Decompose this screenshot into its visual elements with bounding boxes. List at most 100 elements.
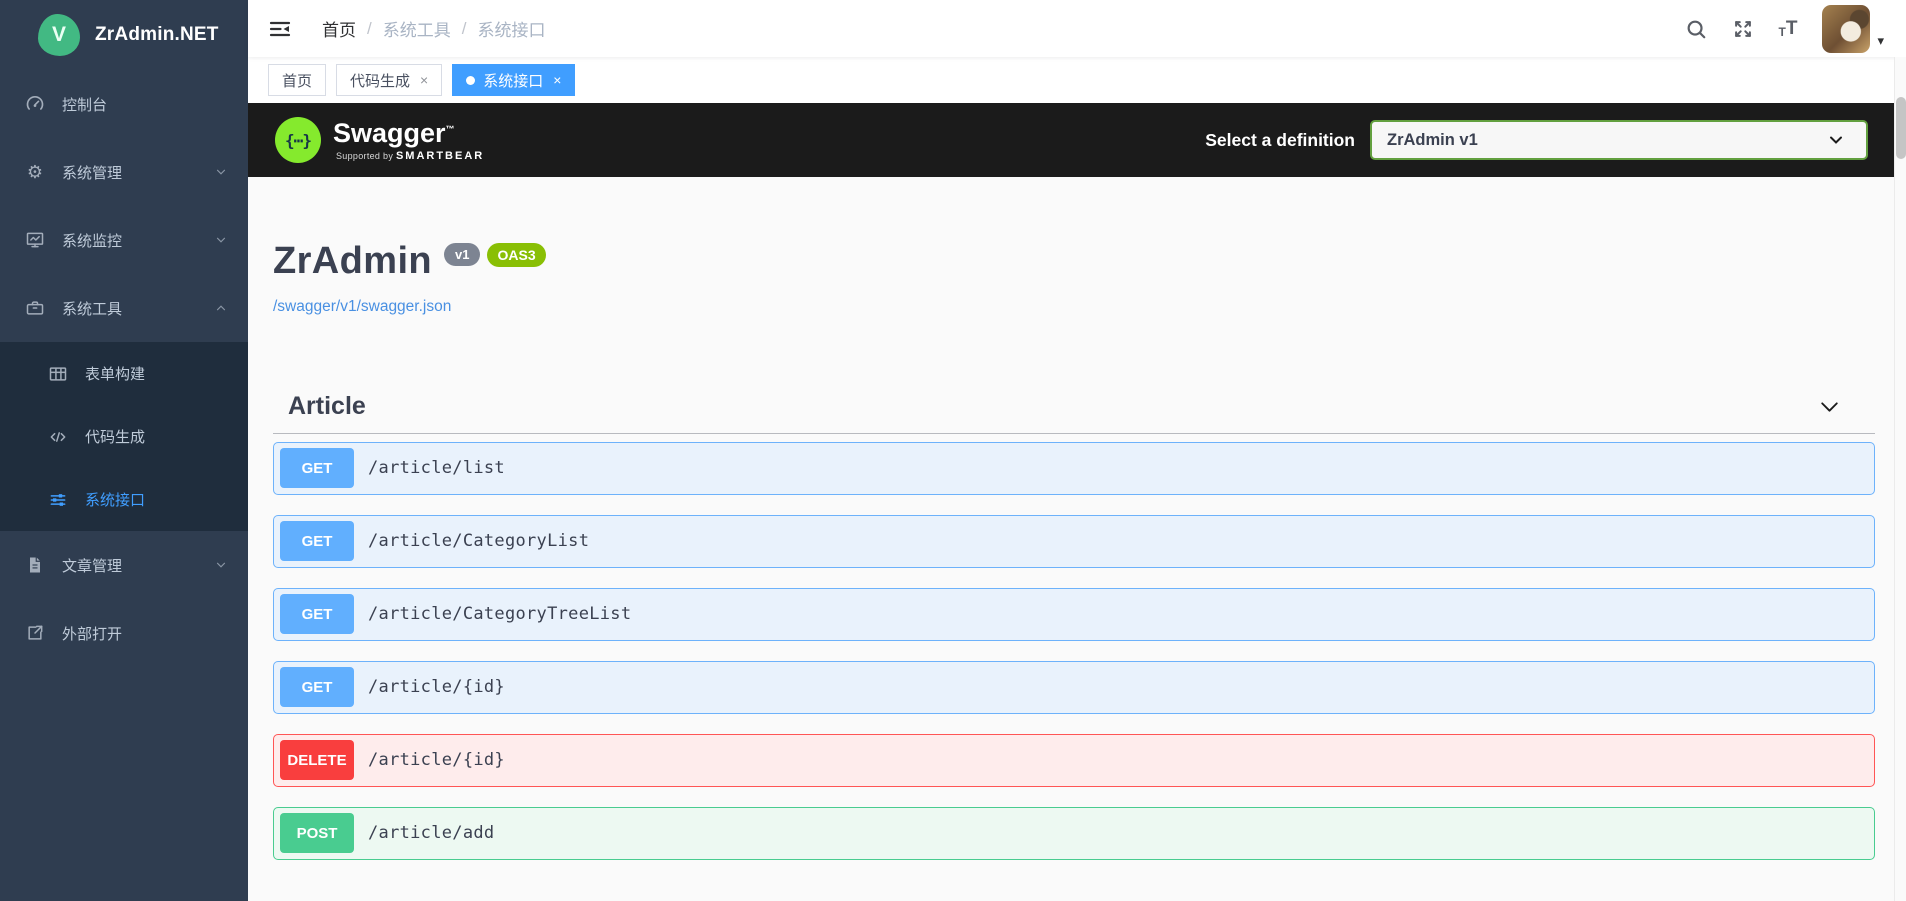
endpoint-row-get-category-tree-list[interactable]: GET /article/CategoryTreeList xyxy=(273,587,1875,641)
endpoint-row-get-category-list[interactable]: GET /article/CategoryList xyxy=(273,514,1875,568)
swagger-body: ZrAdmin v1 OAS3 /swagger/v1/swagger.json… xyxy=(248,240,1906,860)
swagger-topbar: {⋯} Swagger™ Supported by SMARTBEAR Sele… xyxy=(248,103,1906,177)
close-icon[interactable]: × xyxy=(553,72,561,88)
endpoint-row-post-article-add[interactable]: POST /article/add xyxy=(273,806,1875,860)
tab-system-api[interactable]: 系统接口 × xyxy=(452,64,576,96)
swagger-supported-by: Supported by SMARTBEAR xyxy=(336,150,485,162)
trademark: ™ xyxy=(445,124,455,134)
active-tab-dot xyxy=(466,75,476,85)
sidebar-item-article-manage[interactable]: 文章管理 xyxy=(0,531,248,599)
method-badge: GET xyxy=(280,667,354,708)
sidebar-item-label: 外部打开 xyxy=(62,625,123,643)
app-root: V ZrAdmin.NET 控制台 ⚙ 系统管理 系统监控 系统工具 表单构建 … xyxy=(0,0,1906,901)
tab-label: 系统接口 xyxy=(483,72,544,90)
endpoint-path: /article/{id} xyxy=(368,677,505,698)
swagger-braces-glyph: {⋯} xyxy=(285,130,312,150)
sliders-icon xyxy=(48,490,68,510)
method-badge: GET xyxy=(280,521,354,562)
endpoint-row-get-article-list[interactable]: GET /article/list xyxy=(273,441,1875,495)
font-size-big-t: T xyxy=(1785,18,1798,39)
breadcrumb: 首页 / 系统工具 / 系统接口 xyxy=(322,16,545,41)
sidebar-item-label: 控制台 xyxy=(62,96,108,114)
sidebar-submenu-system-tools: 表单构建 代码生成 系统接口 xyxy=(0,342,248,531)
endpoint-path: /article/CategoryList xyxy=(368,531,590,552)
oas3-badge: OAS3 xyxy=(487,243,546,267)
breadcrumb-home[interactable]: 首页 xyxy=(322,16,356,41)
tab-label: 首页 xyxy=(282,72,313,90)
monitor-icon xyxy=(25,230,45,250)
sidebar-item-system-manage[interactable]: ⚙ 系统管理 xyxy=(0,138,248,206)
section-title: Article xyxy=(288,391,366,420)
scrollbar-thumb[interactable] xyxy=(1896,97,1906,159)
chevron-down-icon xyxy=(214,233,228,247)
sidebar-item-form-builder[interactable]: 表单构建 xyxy=(0,342,248,405)
chevron-down-icon[interactable] xyxy=(1817,394,1842,419)
external-link-icon xyxy=(25,623,45,643)
logo-letter: V xyxy=(51,23,66,46)
sidebar-menu: 控制台 ⚙ 系统管理 系统监控 系统工具 表单构建 代码生成 系统接口 文章管理… xyxy=(0,70,248,667)
api-title-row: ZrAdmin v1 OAS3 xyxy=(273,240,1875,283)
tags-view-bar: 首页 代码生成 × 系统接口 × xyxy=(248,57,1906,103)
sidebar-item-label: 系统工具 xyxy=(62,300,123,318)
chevron-down-icon xyxy=(1826,130,1846,150)
version-badge: v1 xyxy=(444,243,481,266)
endpoint-path: /article/list xyxy=(368,458,505,479)
vertical-scrollbar[interactable] xyxy=(1894,57,1906,901)
sidebar-item-label: 代码生成 xyxy=(85,429,146,446)
tag-section-article[interactable]: Article xyxy=(273,392,1875,434)
swagger-logo[interactable]: {⋯} Swagger™ Supported by SMARTBEAR xyxy=(275,117,484,163)
sidebar: V ZrAdmin.NET 控制台 ⚙ 系统管理 系统监控 系统工具 表单构建 … xyxy=(0,0,248,901)
app-logo[interactable]: V ZrAdmin.NET xyxy=(0,0,248,70)
endpoint-path: /article/CategoryTreeList xyxy=(368,604,632,625)
swagger-ui: {⋯} Swagger™ Supported by SMARTBEAR Sele… xyxy=(248,103,1906,901)
breadcrumb-separator: / xyxy=(367,18,372,38)
font-size-icon[interactable]: TT xyxy=(1779,19,1798,38)
endpoint-row-delete-article-by-id[interactable]: DELETE /article/{id} xyxy=(273,733,1875,787)
swagger-wordmark: Swagger™ xyxy=(333,118,455,148)
main-area: 首页 / 系统工具 / 系统接口 T T ▾ 首页 代码生成 × 系统接口 × … xyxy=(248,0,1906,901)
method-badge: GET xyxy=(280,594,354,635)
sidebar-item-system-api[interactable]: 系统接口 xyxy=(0,468,248,531)
tab-home[interactable]: 首页 xyxy=(268,64,327,96)
definition-select[interactable]: ZrAdmin v1 xyxy=(1370,120,1868,160)
breadcrumb-system-api: 系统接口 xyxy=(477,21,546,40)
top-navbar: 首页 / 系统工具 / 系统接口 T T ▾ xyxy=(248,0,1906,57)
tab-code-gen[interactable]: 代码生成 × xyxy=(336,64,443,96)
toolbox-icon xyxy=(25,298,45,318)
logo-icon: V xyxy=(38,14,80,56)
chevron-up-icon xyxy=(214,301,228,315)
tab-label: 代码生成 xyxy=(350,72,411,90)
sidebar-item-system-monitor[interactable]: 系统监控 xyxy=(0,206,248,274)
close-icon[interactable]: × xyxy=(420,72,428,88)
font-size-small-t: T xyxy=(1778,25,1786,39)
select-definition-label: Select a definition xyxy=(1205,129,1355,150)
endpoint-row-get-article-by-id[interactable]: GET /article/{id} xyxy=(273,660,1875,714)
spec-json-link[interactable]: /swagger/v1/swagger.json xyxy=(273,298,451,316)
caret-down-icon[interactable]: ▾ xyxy=(1877,33,1884,53)
sidebar-item-external-open[interactable]: 外部打开 xyxy=(0,599,248,667)
swagger-braces-icon: {⋯} xyxy=(275,117,321,163)
fullscreen-icon[interactable] xyxy=(1732,18,1754,40)
sidebar-item-system-tools[interactable]: 系统工具 xyxy=(0,274,248,342)
sidebar-item-label: 系统接口 xyxy=(85,492,146,509)
method-badge: GET xyxy=(280,448,354,489)
search-icon[interactable] xyxy=(1685,18,1707,40)
app-title: ZrAdmin.NET xyxy=(95,24,219,45)
definition-select-value: ZrAdmin v1 xyxy=(1387,130,1478,149)
breadcrumb-system-tools: 系统工具 xyxy=(382,21,451,40)
api-title: ZrAdmin xyxy=(273,240,433,282)
sidebar-collapse-icon[interactable] xyxy=(268,17,292,41)
chevron-down-icon xyxy=(214,558,228,572)
definition-select-group: Select a definition ZrAdmin v1 xyxy=(1205,120,1868,160)
sidebar-item-code-gen[interactable]: 代码生成 xyxy=(0,405,248,468)
code-icon xyxy=(48,427,68,447)
sidebar-item-dashboard[interactable]: 控制台 xyxy=(0,70,248,138)
sidebar-item-label: 文章管理 xyxy=(62,557,123,575)
chevron-down-icon xyxy=(214,165,228,179)
endpoint-path: /article/add xyxy=(368,823,495,844)
endpoint-path: /article/{id} xyxy=(368,750,505,771)
document-icon xyxy=(25,555,45,575)
method-badge: DELETE xyxy=(280,740,354,781)
avatar[interactable] xyxy=(1822,4,1871,53)
topbar-actions: TT ▾ xyxy=(1685,4,1884,53)
